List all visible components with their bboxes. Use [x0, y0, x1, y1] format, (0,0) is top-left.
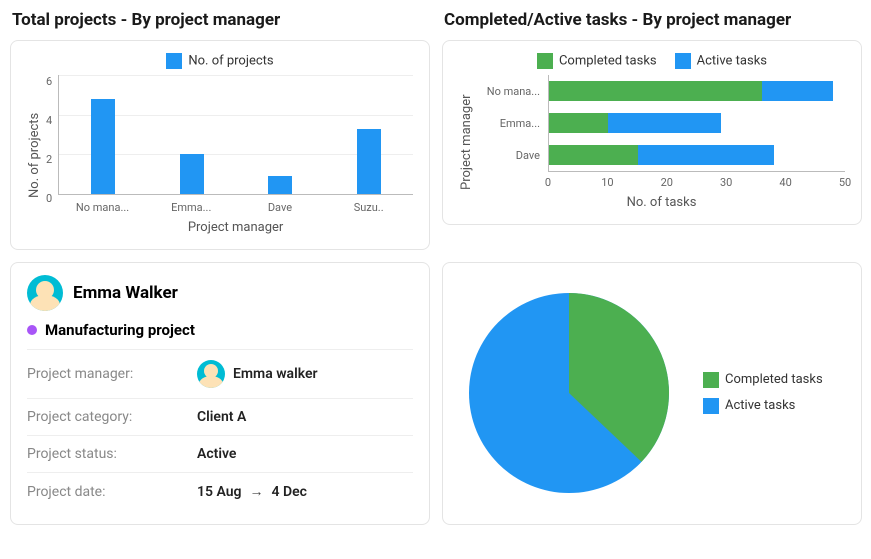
xtick: 0 [545, 176, 551, 189]
label-status: Project status: [27, 446, 197, 462]
yaxis-label-tasks: Project manager [459, 75, 474, 210]
avatar [27, 275, 63, 311]
xaxis-label-projects: Project manager [58, 220, 413, 235]
swatch-active [675, 53, 691, 69]
xtick: 20 [661, 176, 673, 189]
card-tasks-by-pm: Completed tasks Active tasks Project man… [442, 40, 862, 225]
pie-chart [459, 283, 679, 503]
card-total-projects: No. of projects No. of projects 6 4 2 0 [10, 40, 430, 250]
swatch-completed [537, 53, 553, 69]
hbar-1-completed [549, 113, 608, 133]
hbar-cat-1: Emma... [478, 117, 548, 130]
xtick: 30 [720, 176, 732, 189]
card-pie: Completed tasks Active tasks [442, 262, 862, 525]
legend-projects-label: No. of projects [188, 53, 273, 68]
value-status: Active [197, 446, 236, 462]
swatch-completed-pie [703, 372, 719, 388]
xaxis-ticks-projects: No mana... Emma... Dave Suzu.. [58, 195, 413, 214]
bar-suzu [357, 129, 381, 194]
avatar-small [197, 360, 225, 388]
pie-legend: Completed tasks Active tasks [703, 372, 823, 414]
project-title: Manufacturing project [45, 321, 195, 339]
ytick: 4 [46, 114, 52, 127]
yaxis-ticks-projects: 6 4 2 0 [46, 75, 58, 205]
hbar-0-completed [549, 81, 762, 101]
yaxis-label-projects: No. of projects [27, 75, 42, 235]
swatch-projects [166, 53, 182, 69]
ytick: 2 [46, 153, 52, 166]
bar-dave [268, 176, 292, 194]
xtick: Suzu.. [324, 195, 413, 214]
bar-plot-projects [58, 75, 413, 195]
xtick: Dave [236, 195, 325, 214]
pie-legend-completed: Completed tasks [725, 372, 823, 387]
bar-emma [180, 154, 204, 194]
legend-tasks: Completed tasks Active tasks [459, 53, 845, 69]
chart-title-total-projects: Total projects - By project manager [12, 10, 430, 30]
value-date-end: 4 Dec [272, 484, 307, 500]
card-project-profile: Emma Walker Manufacturing project Projec… [10, 262, 430, 525]
swatch-active-pie [703, 398, 719, 414]
hbar-2-active [638, 145, 774, 165]
xaxis-label-tasks: No. of tasks [478, 195, 845, 210]
ytick: 6 [46, 75, 52, 88]
hbar-0-active [762, 81, 833, 101]
hbar-cat-2: Dave [478, 149, 548, 162]
hbar-2-completed [549, 145, 638, 165]
xtick: Emma... [147, 195, 236, 214]
legend-active-label: Active tasks [697, 53, 767, 68]
xaxis-ticks-tasks: 0 10 20 30 40 50 [548, 171, 845, 191]
pie-legend-active: Active tasks [725, 398, 795, 413]
ytick: 0 [46, 192, 52, 205]
bar-no-manager [91, 99, 115, 194]
hbar-cat-0: No mana... [478, 85, 548, 98]
legend-total-projects: No. of projects [27, 53, 413, 69]
arrow-icon: → [250, 483, 264, 500]
value-manager: Emma walker [233, 366, 318, 382]
xtick: No mana... [58, 195, 147, 214]
xtick: 50 [839, 176, 851, 189]
label-date: Project date: [27, 484, 197, 500]
label-category: Project category: [27, 409, 197, 425]
value-date-start: 15 Aug [197, 484, 242, 500]
value-category: Client A [197, 409, 246, 425]
xtick: 10 [601, 176, 613, 189]
xtick: 40 [779, 176, 791, 189]
legend-completed-label: Completed tasks [559, 53, 657, 68]
chart-title-tasks-by-pm: Completed/Active tasks - By project mana… [444, 10, 862, 30]
hbar-1-active [608, 113, 720, 133]
profile-name: Emma Walker [73, 283, 178, 303]
status-dot-icon [27, 325, 37, 335]
label-manager: Project manager: [27, 366, 197, 382]
